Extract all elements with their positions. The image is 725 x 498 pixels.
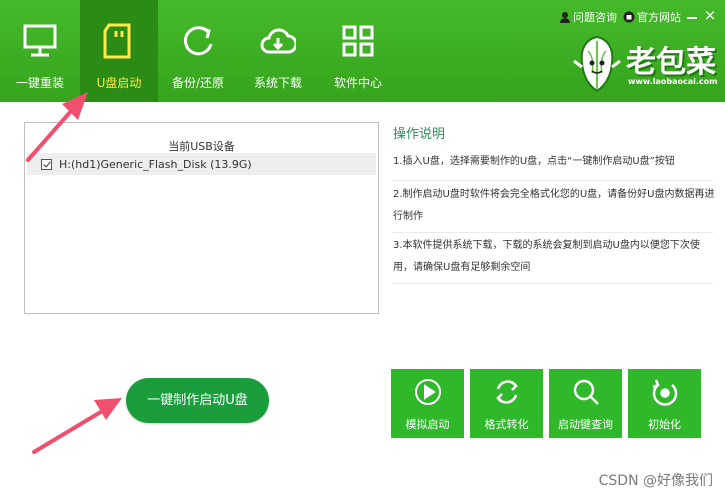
tab-one-click-reinstall[interactable]: 一键重装 xyxy=(0,0,80,102)
tab-label: 软件中心 xyxy=(333,76,382,90)
tab-label: 系统下载 xyxy=(253,76,302,90)
tab-software-center[interactable]: 软件中心 xyxy=(318,0,398,102)
instructions-title: 操作说明 xyxy=(393,127,446,142)
divider xyxy=(393,232,713,233)
divider xyxy=(393,180,713,181)
watermark: CSDN @好像我们 xyxy=(598,473,713,489)
tab-label: 备份/还原 xyxy=(171,76,225,90)
usb-drive-icon xyxy=(103,23,131,59)
top-links: 问题咨询 官方网站 xyxy=(559,9,681,25)
main-nav: 一键重装 U盘启动 备份/还原 系统下载 软件中心 xyxy=(0,0,398,102)
initialize-button[interactable]: 初始化 xyxy=(628,369,701,438)
official-site-link[interactable]: 官方网站 xyxy=(623,9,681,25)
logo-url: www.laobaocai.com xyxy=(628,77,718,86)
refresh-icon xyxy=(183,26,213,56)
tab-label: 一键重装 xyxy=(15,76,64,90)
play-icon xyxy=(414,379,441,405)
grid-icon xyxy=(342,25,374,57)
tool-label: 初始化 xyxy=(648,418,681,431)
instruction-step-1: 1.插入U盘，选择需要制作的U盘，点击“一键制作启动U盘”按钮 xyxy=(393,156,675,167)
tool-label: 格式转化 xyxy=(484,418,529,431)
tool-label: 模拟启动 xyxy=(405,418,450,431)
device-name: H:(hd1)Generic_Flash_Disk (13.9G) xyxy=(59,157,252,171)
help-link-label: 问题咨询 xyxy=(573,11,617,24)
search-icon xyxy=(573,379,599,405)
tab-system-download[interactable]: 系统下载 xyxy=(238,0,318,102)
reset-icon xyxy=(652,379,677,406)
boot-key-lookup-button[interactable]: 启动键查询 xyxy=(549,369,622,438)
tool-label: 启动键查询 xyxy=(558,418,613,431)
app-logo: 老包菜 www.laobaocai.com xyxy=(568,33,718,95)
make-bootable-usb-button[interactable]: 一键制作启动U盘 xyxy=(126,378,269,423)
arrow-to-make-button xyxy=(32,398,122,454)
user-icon xyxy=(560,12,570,23)
monitor-icon xyxy=(23,24,57,57)
home-icon xyxy=(623,11,635,23)
divider xyxy=(393,283,713,284)
cloud-download-icon xyxy=(260,28,296,54)
device-checkbox[interactable] xyxy=(41,158,52,170)
usb-device-list: 当前USB设备 H:(hd1)Generic_Flash_Disk (13.9G… xyxy=(24,122,379,314)
cabbage-mascot-icon xyxy=(573,35,621,93)
official-site-link-label: 官方网站 xyxy=(637,11,681,24)
list-item[interactable]: H:(hd1)Generic_Flash_Disk (13.9G) xyxy=(27,153,376,175)
tab-label: U盘启动 xyxy=(96,76,142,90)
convert-icon xyxy=(495,380,518,404)
help-link[interactable]: 问题咨询 xyxy=(559,9,617,25)
device-list-header: 当前USB设备 xyxy=(168,140,235,153)
tab-usb-boot[interactable]: U盘启动 xyxy=(80,0,158,102)
tab-backup-restore[interactable]: 备份/还原 xyxy=(158,0,238,102)
instruction-step-2: 2.制作启动U盘时软件将会完全格式化您的U盘，请备份好U盘内数据再进行制作 xyxy=(393,189,715,222)
header-bar: 一键重装 U盘启动 备份/还原 系统下载 软件中心 问题咨询 官方网站 × 老包… xyxy=(0,0,725,102)
instruction-step-3: 3.本软件提供系统下载，下载的系统会复制到启动U盘内以便您下次使用，请确保U盘有… xyxy=(393,240,700,273)
logo-text: 老包菜 xyxy=(626,45,716,80)
close-button[interactable]: × xyxy=(703,8,717,23)
minimize-button[interactable] xyxy=(687,11,699,19)
format-convert-button[interactable]: 格式转化 xyxy=(470,369,543,438)
simulate-boot-button[interactable]: 模拟启动 xyxy=(391,369,464,438)
